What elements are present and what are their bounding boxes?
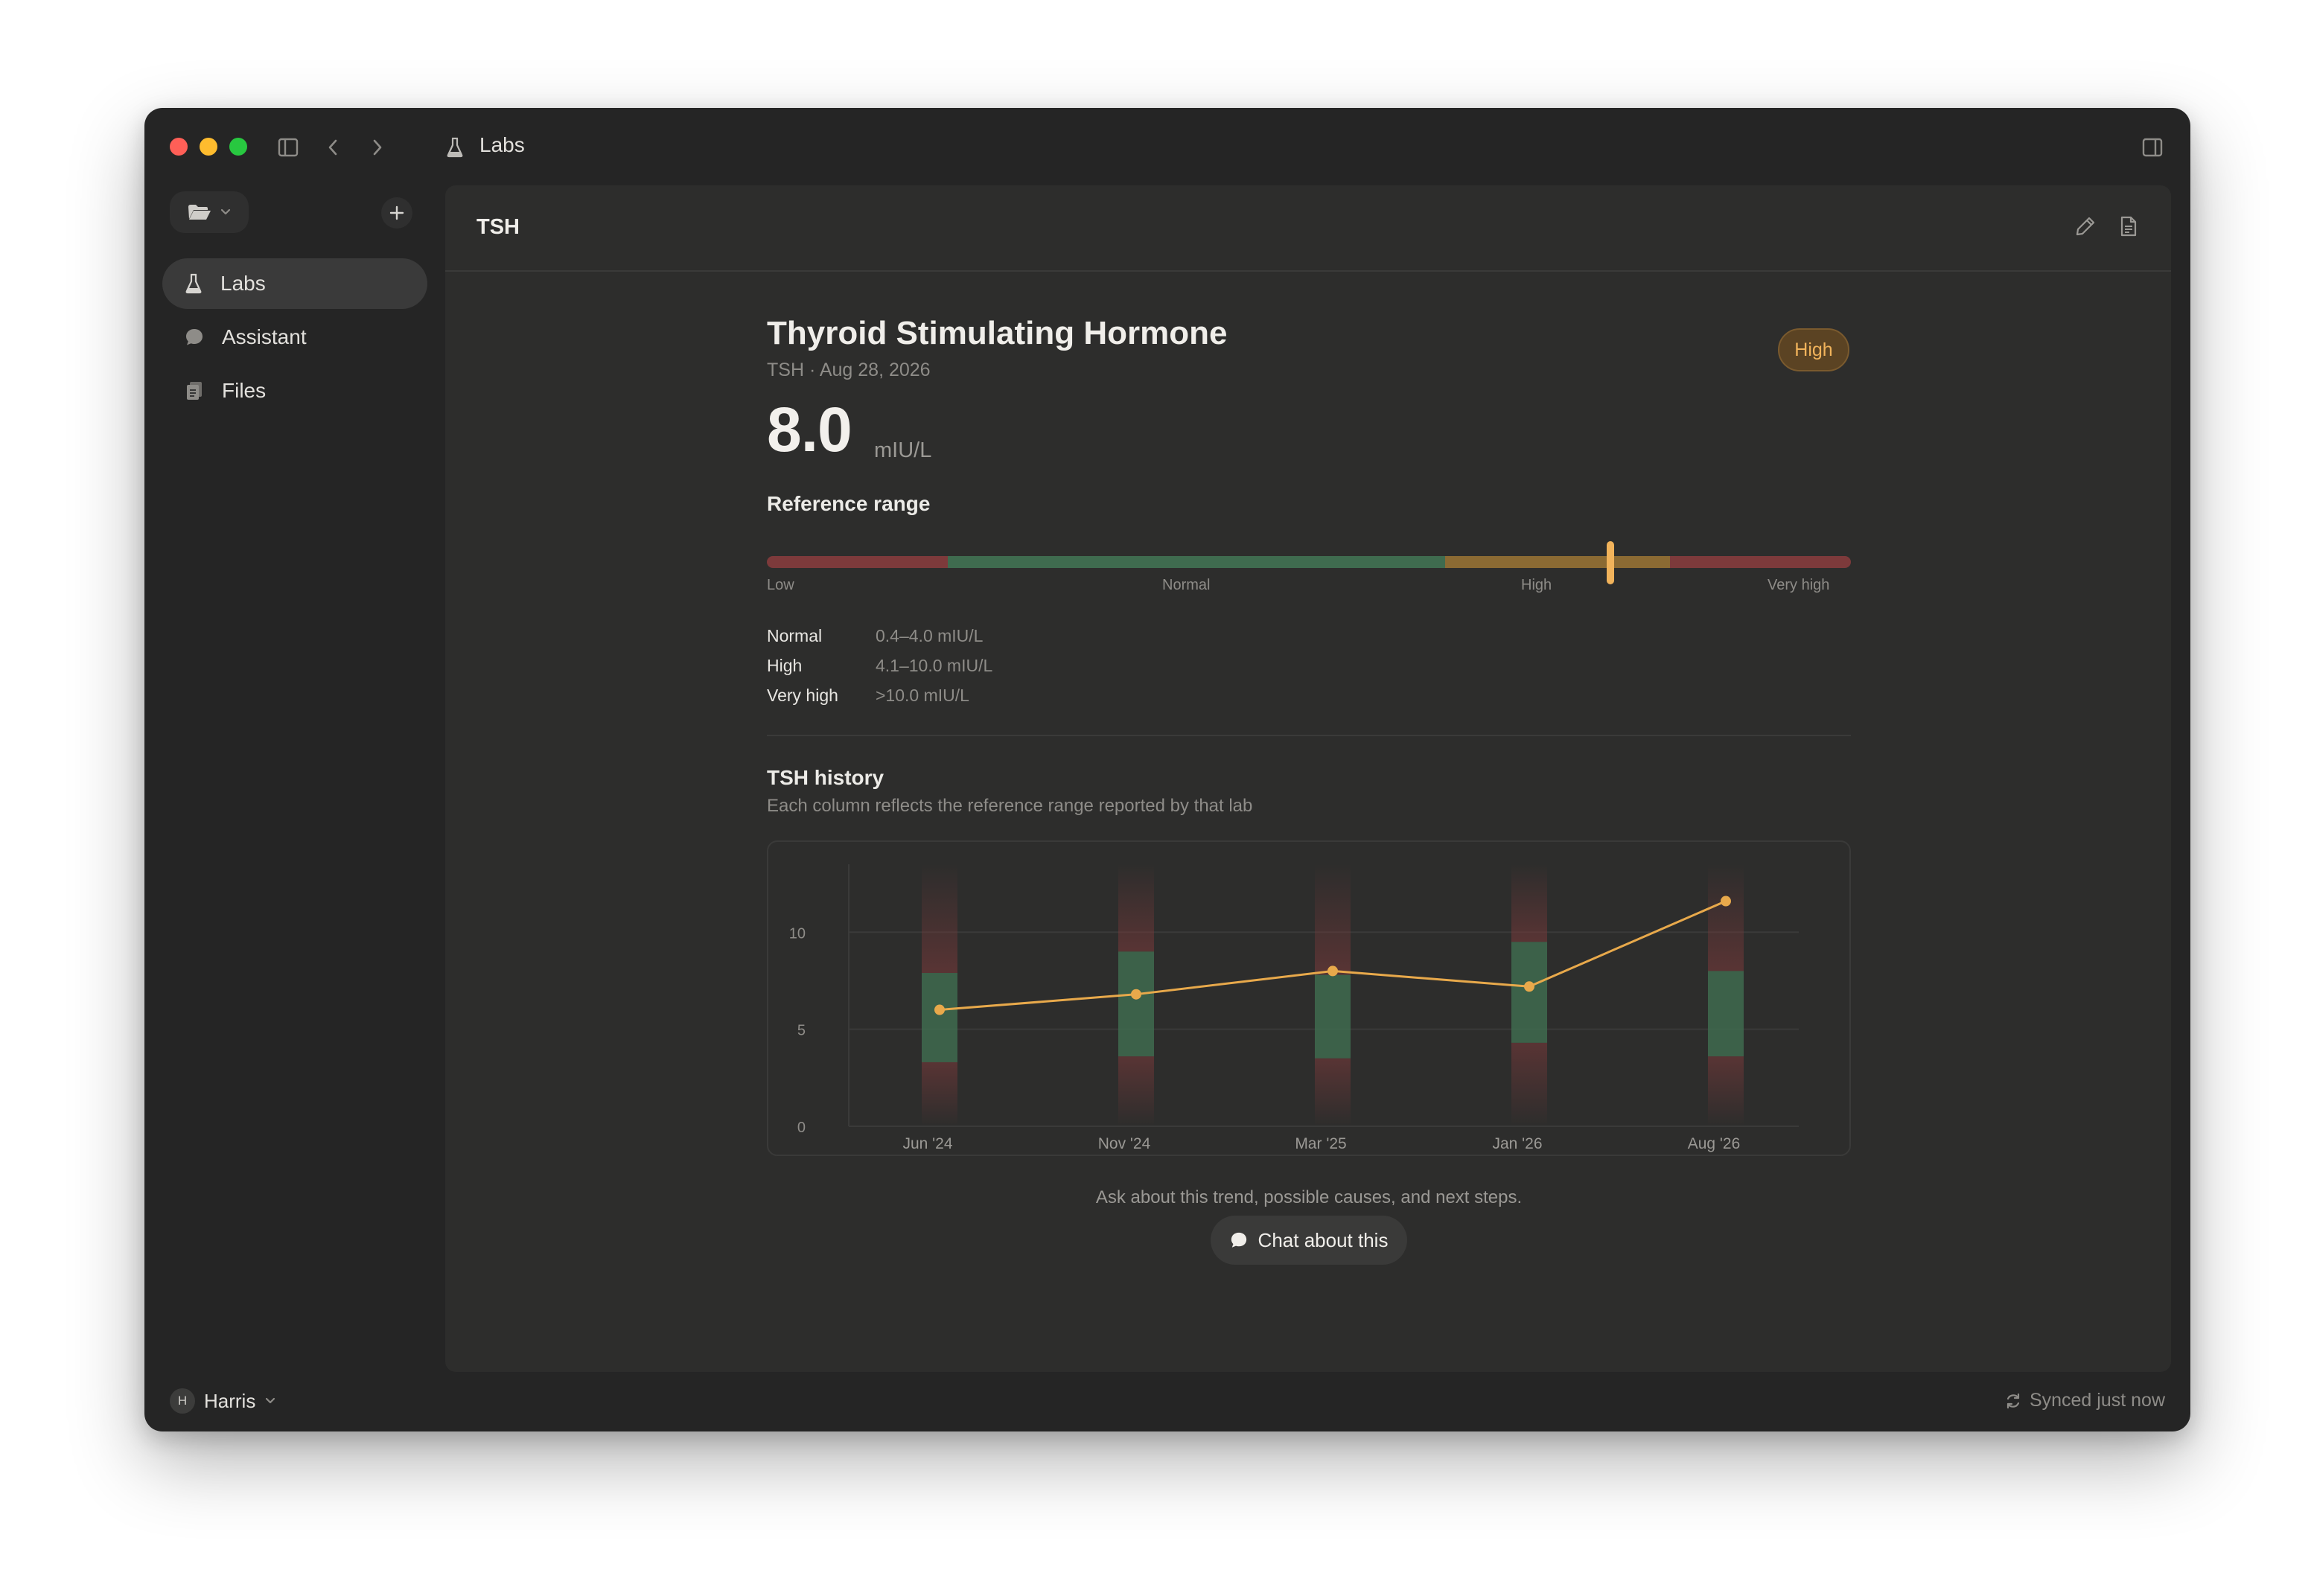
sidebar-item-label: Assistant	[222, 325, 307, 348]
sync-icon	[2006, 1393, 2020, 1408]
chevron-down-icon	[220, 208, 231, 215]
normal-range-band	[1511, 942, 1547, 1043]
range-label-high: High	[1521, 577, 1552, 593]
chevron-down-icon	[266, 1397, 275, 1404]
history-chart: 0 5 10 Jun '24 Nov '24 Mar '25 Jan '26 Aug '26	[767, 840, 1851, 1156]
minimize-window-button[interactable]	[200, 138, 217, 156]
back-chevron-icon[interactable]	[320, 135, 345, 160]
y-tick-label: 0	[797, 1120, 806, 1136]
y-tick-label: 5	[797, 1023, 806, 1039]
x-tick-label: Mar '25	[1295, 1135, 1346, 1152]
window-title: Labs	[479, 133, 525, 156]
range-segment-normal	[948, 556, 1446, 568]
sidebar-item-label: Files	[222, 379, 267, 402]
reference-row-name: Normal	[767, 626, 823, 645]
status-badge: High	[1778, 328, 1849, 371]
chat-button-label: Chat about this	[1257, 1228, 1389, 1251]
app-window: Labs Labs Assistant Files TSH Thyroid St…	[144, 108, 2190, 1431]
main-panel: TSH Thyroid Stimulating Hormone TSH · Au…	[445, 185, 2171, 1372]
sync-status: Synced just now	[2004, 1390, 2165, 1411]
x-tick-label: Aug '26	[1688, 1135, 1741, 1152]
sidebar-item-assistant[interactable]: Assistant	[162, 312, 427, 363]
chat-about-this-button[interactable]: Chat about this	[1210, 1216, 1408, 1265]
abnormal-high-band	[1708, 864, 1744, 971]
files-icon	[187, 382, 202, 400]
sidebar-item-files[interactable]: Files	[162, 366, 427, 416]
reference-row-value: 0.4–4.0 mIU/L	[876, 626, 984, 645]
sidebar-item-labs[interactable]: Labs	[162, 258, 427, 309]
abnormal-high-band	[1118, 864, 1154, 952]
reference-row-value: >10.0 mIU/L	[876, 686, 969, 705]
range-label-normal: Normal	[1162, 577, 1211, 593]
result-unit: mIU/L	[874, 438, 932, 462]
zoom-window-button[interactable]	[229, 138, 247, 156]
normal-range-band	[1315, 974, 1351, 1059]
abnormal-low-band	[1315, 1058, 1351, 1126]
data-point	[1721, 896, 1731, 907]
abnormal-low-band	[1708, 1056, 1744, 1126]
user-menu[interactable]: H Harris	[170, 1388, 276, 1414]
normal-range-band	[1118, 951, 1154, 1057]
result-marker	[1606, 541, 1614, 584]
ask-prompt-text: Ask about this trend, possible causes, a…	[1095, 1187, 1523, 1207]
reference-range-title: Reference range	[767, 492, 931, 515]
history-chart-svg: 0 5 10 Jun '24 Nov '24 Mar '25 Jan '26 Aug '26	[789, 864, 1799, 1152]
reference-row-name: Very high	[767, 686, 838, 705]
avatar: H	[170, 1388, 195, 1414]
header-divider	[445, 270, 2171, 272]
x-tick-label: Nov '24	[1098, 1135, 1151, 1152]
data-point	[1327, 965, 1338, 977]
abnormal-low-band	[1118, 1056, 1154, 1126]
history-title: TSH history	[767, 766, 884, 789]
abnormal-high-band	[1511, 864, 1547, 942]
reference-row-name: High	[767, 656, 803, 675]
plus-icon	[389, 205, 404, 220]
flask-icon	[185, 273, 202, 294]
document-icon[interactable]	[2116, 214, 2141, 239]
range-segment-high	[1445, 556, 1670, 568]
y-tick-label: 10	[789, 925, 806, 942]
reference-range-bar	[767, 556, 1851, 568]
edit-pencil-icon[interactable]	[2073, 214, 2098, 239]
range-segment-low	[767, 556, 949, 568]
user-name: Harris	[204, 1389, 256, 1412]
abnormal-high-band	[922, 864, 957, 974]
data-point	[1131, 989, 1141, 1000]
abnormal-low-band	[922, 1062, 957, 1126]
chat-bubble-icon	[1231, 1232, 1246, 1248]
x-tick-label: Jan '26	[1492, 1135, 1542, 1152]
range-label-low: Low	[767, 577, 794, 593]
sidebar-toggle-icon[interactable]	[275, 135, 301, 160]
folder-icon	[188, 205, 211, 220]
chat-bubble-icon	[186, 329, 203, 345]
folder-dropdown-button[interactable]	[170, 191, 249, 233]
page-title: Thyroid Stimulating Hormone	[767, 315, 1228, 351]
abnormal-high-band	[1315, 864, 1351, 975]
chat-button-row: Chat about this	[767, 1216, 1851, 1265]
forward-chevron-icon[interactable]	[365, 135, 390, 160]
reference-row-value: 4.1–10.0 mIU/L	[876, 656, 993, 675]
data-point	[934, 1004, 945, 1015]
section-divider	[767, 735, 1851, 736]
test-subtitle: TSH · Aug 28, 2026	[767, 360, 931, 380]
page-tab-title: TSH	[476, 215, 520, 239]
flask-icon	[444, 135, 466, 160]
sync-status-text: Synced just now	[2029, 1390, 2165, 1411]
data-point	[1524, 981, 1534, 992]
abnormal-low-band	[1511, 1042, 1547, 1126]
x-tick-label: Jun '24	[902, 1135, 952, 1152]
sidebar-item-label: Labs	[220, 272, 266, 295]
close-window-button[interactable]	[170, 138, 188, 156]
normal-range-band	[1708, 971, 1744, 1057]
range-segment-very-high	[1669, 556, 1851, 568]
inspector-toggle-icon[interactable]	[2140, 135, 2165, 160]
result-value: 8.0	[767, 395, 852, 465]
new-item-button[interactable]	[381, 197, 412, 229]
history-subtitle: Each column reflects the reference range…	[767, 796, 1253, 816]
range-label-very-high: Very high	[1767, 577, 1830, 593]
normal-range-band	[922, 973, 957, 1062]
